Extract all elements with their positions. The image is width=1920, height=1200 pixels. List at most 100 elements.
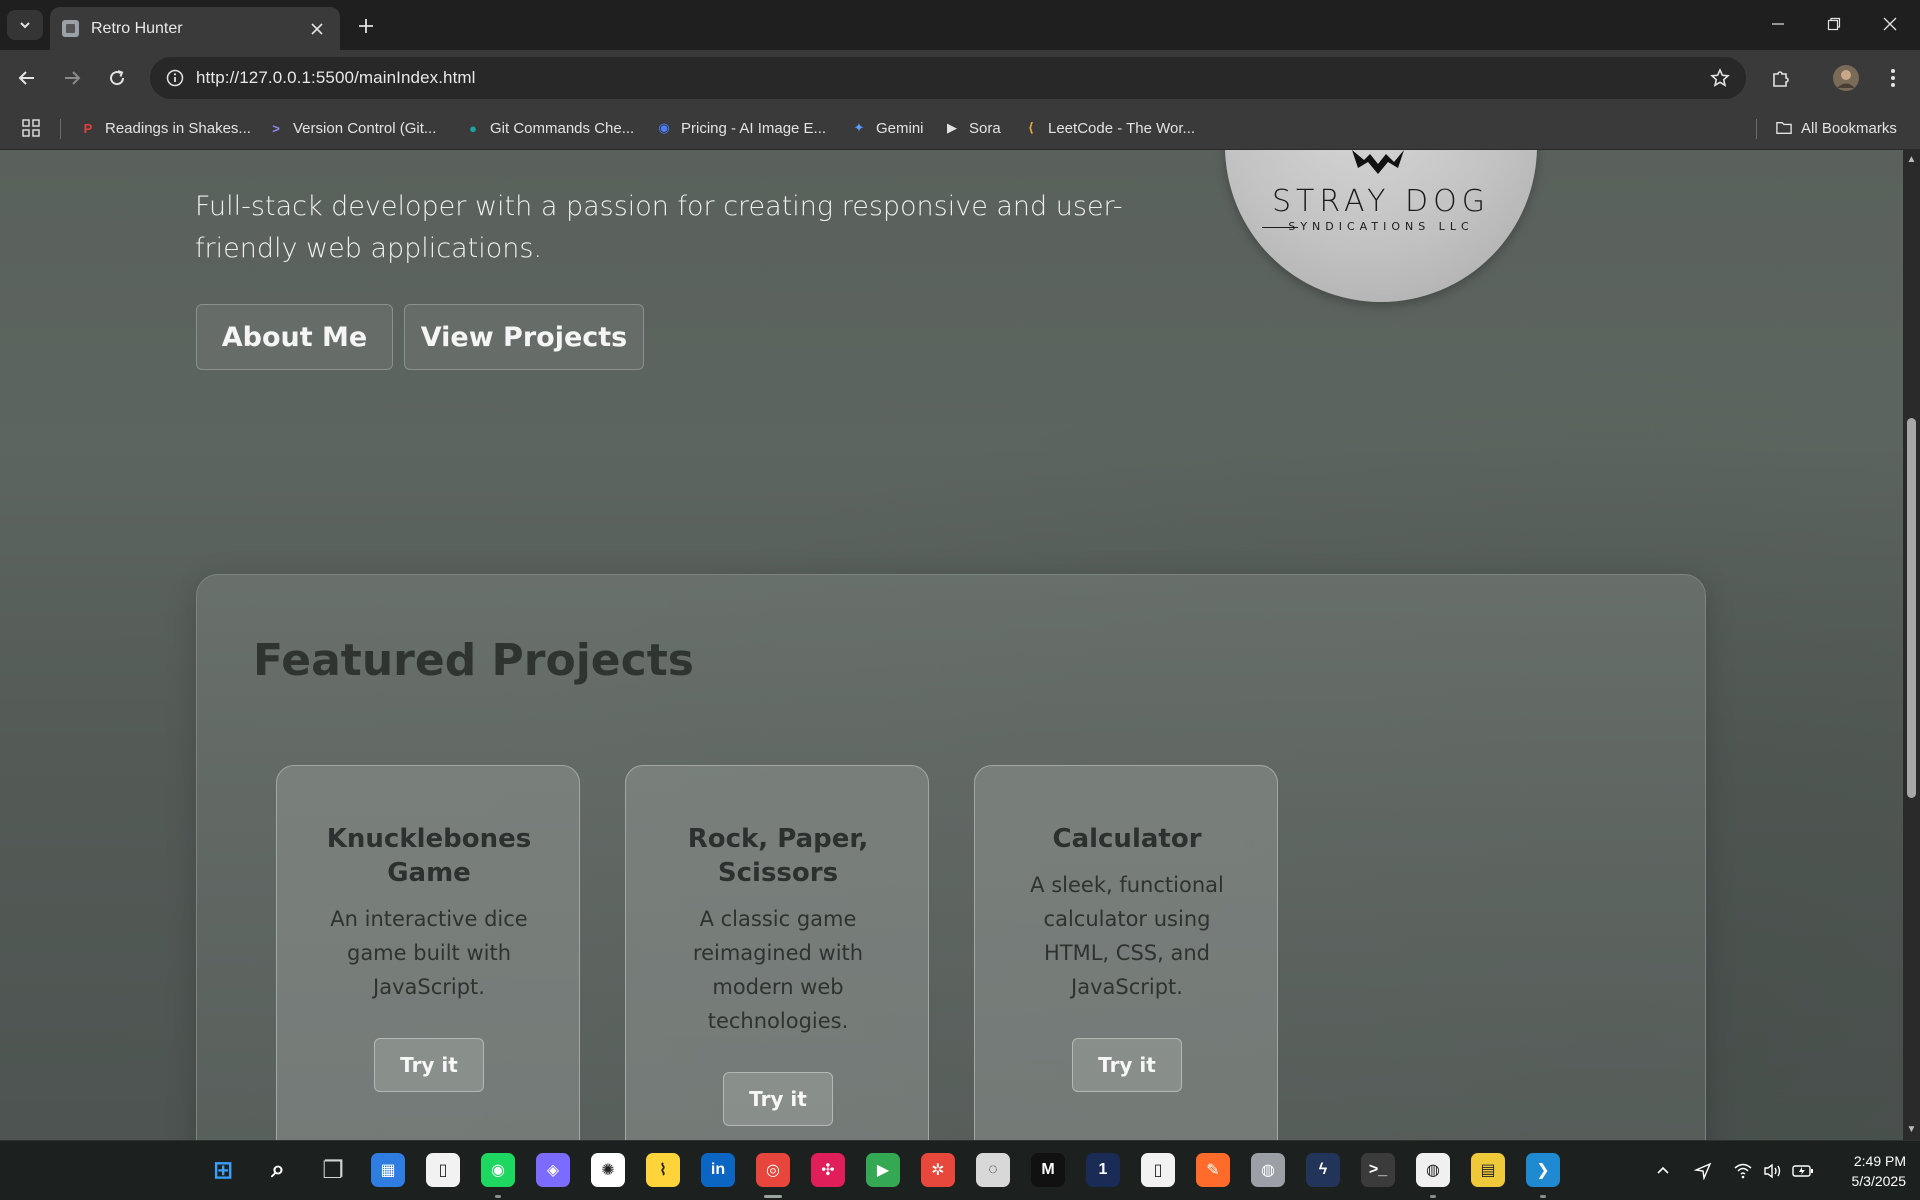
- chevron-up-icon[interactable]: [1652, 1160, 1674, 1182]
- apps-grid-icon: [22, 119, 40, 137]
- copilot-icon[interactable]: ◈: [536, 1153, 570, 1187]
- browser-toolbar: http://127.0.0.1:5500/mainIndex.html: [0, 50, 1920, 106]
- tab-retro-hunter[interactable]: Retro Hunter: [50, 7, 340, 50]
- vscode-icon[interactable]: ❯: [1526, 1153, 1560, 1187]
- github-desktop-icon[interactable]: ◍: [1251, 1153, 1285, 1187]
- dog-logo-icon: [1352, 150, 1404, 174]
- bookmark-favicon-icon: >: [272, 120, 280, 136]
- meet-icon[interactable]: ▶: [866, 1153, 900, 1187]
- bookmark-star-button[interactable]: [1706, 64, 1734, 92]
- project-description: A sleek, functional calculator using HTM…: [1030, 873, 1224, 999]
- bookmark-item[interactable]: ● Git Commands Che...: [465, 116, 634, 140]
- spotify-icon[interactable]: ◉: [481, 1153, 515, 1187]
- page-scrollbar[interactable]: ▲ ▼: [1903, 150, 1920, 1140]
- more-vertical-icon: [1891, 69, 1895, 87]
- start-icon[interactable]: ⊞: [206, 1153, 240, 1187]
- scroll-up-arrow-icon[interactable]: ▲: [1906, 154, 1917, 165]
- one-app-icon[interactable]: 1: [1086, 1153, 1120, 1187]
- try-it-button[interactable]: Try it: [374, 1038, 484, 1092]
- red-app-icon[interactable]: ✲: [921, 1153, 955, 1187]
- minimize-button[interactable]: [1750, 0, 1806, 48]
- bookmark-separator: [1756, 119, 1757, 139]
- analytics-app-icon[interactable]: ⌇: [646, 1153, 680, 1187]
- chatgpt-icon[interactable]: ✺: [591, 1153, 625, 1187]
- hero-description: Full-stack developer with a passion for …: [195, 191, 1123, 264]
- menu-button[interactable]: [1877, 62, 1909, 94]
- info-icon: [166, 69, 184, 87]
- close-window-button[interactable]: [1862, 0, 1918, 48]
- project-title: Rock, Paper, Scissors: [687, 824, 869, 888]
- task-view-icon[interactable]: ❐: [316, 1153, 350, 1187]
- all-bookmarks-button[interactable]: All Bookmarks: [1776, 116, 1897, 140]
- back-button[interactable]: [11, 62, 43, 94]
- chrome-icon[interactable]: ◎: [756, 1153, 790, 1187]
- url-text[interactable]: http://127.0.0.1:5500/mainIndex.html: [196, 68, 476, 88]
- github-icon[interactable]: ◍: [1416, 1153, 1450, 1187]
- bookmark-item[interactable]: P Readings in Shakes...: [80, 116, 251, 140]
- system-clock[interactable]: 2:49 PM 5/3/2025: [1826, 1151, 1907, 1191]
- bookmark-favicon-icon: ◉: [658, 120, 670, 135]
- project-description: An interactive dice game built with Java…: [330, 907, 528, 999]
- bookmark-item[interactable]: ▶ Sora: [944, 116, 1001, 140]
- document-app-icon[interactable]: ▯: [1141, 1153, 1175, 1187]
- terminal-icon[interactable]: >_: [1361, 1153, 1395, 1187]
- python-file-icon[interactable]: ▤: [1471, 1153, 1505, 1187]
- restore-icon: [1827, 17, 1841, 31]
- forward-button[interactable]: [56, 62, 88, 94]
- search-icon[interactable]: ⌕: [261, 1153, 295, 1187]
- tab-title: Retro Hunter: [91, 19, 183, 37]
- bookmark-label: Readings in Shakes...: [105, 119, 251, 137]
- volume-icon[interactable]: [1762, 1160, 1784, 1182]
- file-app-icon[interactable]: ▯: [426, 1153, 460, 1187]
- bookmark-label: LeetCode - The Wor...: [1048, 119, 1196, 137]
- view-projects-button[interactable]: View Projects: [404, 304, 644, 370]
- puzzle-icon: [1773, 71, 1789, 87]
- running-indicator: [764, 1195, 782, 1198]
- running-indicator: [1430, 1195, 1436, 1198]
- scroll-thumb[interactable]: [1907, 418, 1916, 798]
- project-card-calculator: Calculator A sleek, functional calculato…: [974, 765, 1278, 1140]
- profile-avatar[interactable]: [1830, 62, 1862, 94]
- reload-button[interactable]: [101, 62, 133, 94]
- site-favicon-icon: [62, 20, 79, 37]
- battery-icon[interactable]: [1792, 1160, 1814, 1182]
- bookmark-item[interactable]: ⟨ LeetCode - The Wor...: [1023, 116, 1195, 140]
- magnifier-app-icon[interactable]: ◌: [976, 1153, 1010, 1187]
- calendar-app-icon[interactable]: ▦: [371, 1153, 405, 1187]
- plus-icon: [359, 19, 373, 33]
- try-it-button[interactable]: Try it: [1072, 1038, 1182, 1092]
- bookmark-favicon-icon: ▶: [947, 120, 957, 135]
- bolt-app-icon[interactable]: ϟ: [1306, 1153, 1340, 1187]
- bookmark-label: Gemini: [876, 119, 924, 137]
- linkedin-icon[interactable]: in: [701, 1153, 735, 1187]
- tab-close-button[interactable]: [306, 18, 328, 40]
- windows-taskbar: ⊞ ⌕ ❐ ▦ ▯ ◉ ◈ ✺ ⌇ in ◎ ✣ ▶ ✲ ◌ M 1 ▯ ✎ ◍ ϟ >_ ◍ ▤ ❯ 2:49 PM 5/3/…: [0, 1140, 1920, 1200]
- bookmark-item[interactable]: ◉ Pricing - AI Image E...: [656, 116, 826, 140]
- orange-app-icon[interactable]: ✎: [1196, 1153, 1230, 1187]
- try-it-button[interactable]: Try it: [723, 1072, 833, 1126]
- reload-icon: [110, 70, 125, 86]
- bookmark-favicon-icon: ✦: [853, 120, 865, 135]
- logo-title: STRAY DOG: [1271, 184, 1490, 219]
- wifi-icon[interactable]: [1732, 1160, 1754, 1182]
- bookmark-favicon-icon: P: [83, 120, 93, 136]
- site-info-button[interactable]: [162, 65, 188, 91]
- scroll-down-arrow-icon[interactable]: ▼: [1906, 1124, 1917, 1135]
- apps-button[interactable]: [22, 116, 40, 140]
- folder-icon: [1776, 120, 1792, 136]
- tab-search-button[interactable]: [7, 10, 43, 40]
- featured-projects-section: Featured Projects Knucklebones Game An i…: [196, 574, 1706, 1140]
- tab-strip: Retro Hunter: [0, 0, 1920, 50]
- about-me-button[interactable]: About Me: [196, 304, 393, 370]
- restore-button[interactable]: [1806, 0, 1862, 48]
- m-app-icon[interactable]: M: [1031, 1153, 1065, 1187]
- bookmark-label: Version Control (Git...: [293, 119, 437, 137]
- bookmark-item[interactable]: ✦ Gemini: [851, 116, 924, 140]
- bookmarks-bar: P Readings in Shakes... > Version Control (…: [0, 106, 1920, 150]
- location-icon[interactable]: [1692, 1160, 1714, 1182]
- slack-icon[interactable]: ✣: [811, 1153, 845, 1187]
- new-tab-button[interactable]: [352, 12, 380, 40]
- address-bar[interactable]: http://127.0.0.1:5500/mainIndex.html: [150, 57, 1746, 99]
- extensions-button[interactable]: [1765, 62, 1797, 94]
- bookmark-item[interactable]: > Version Control (Git...: [268, 116, 436, 140]
